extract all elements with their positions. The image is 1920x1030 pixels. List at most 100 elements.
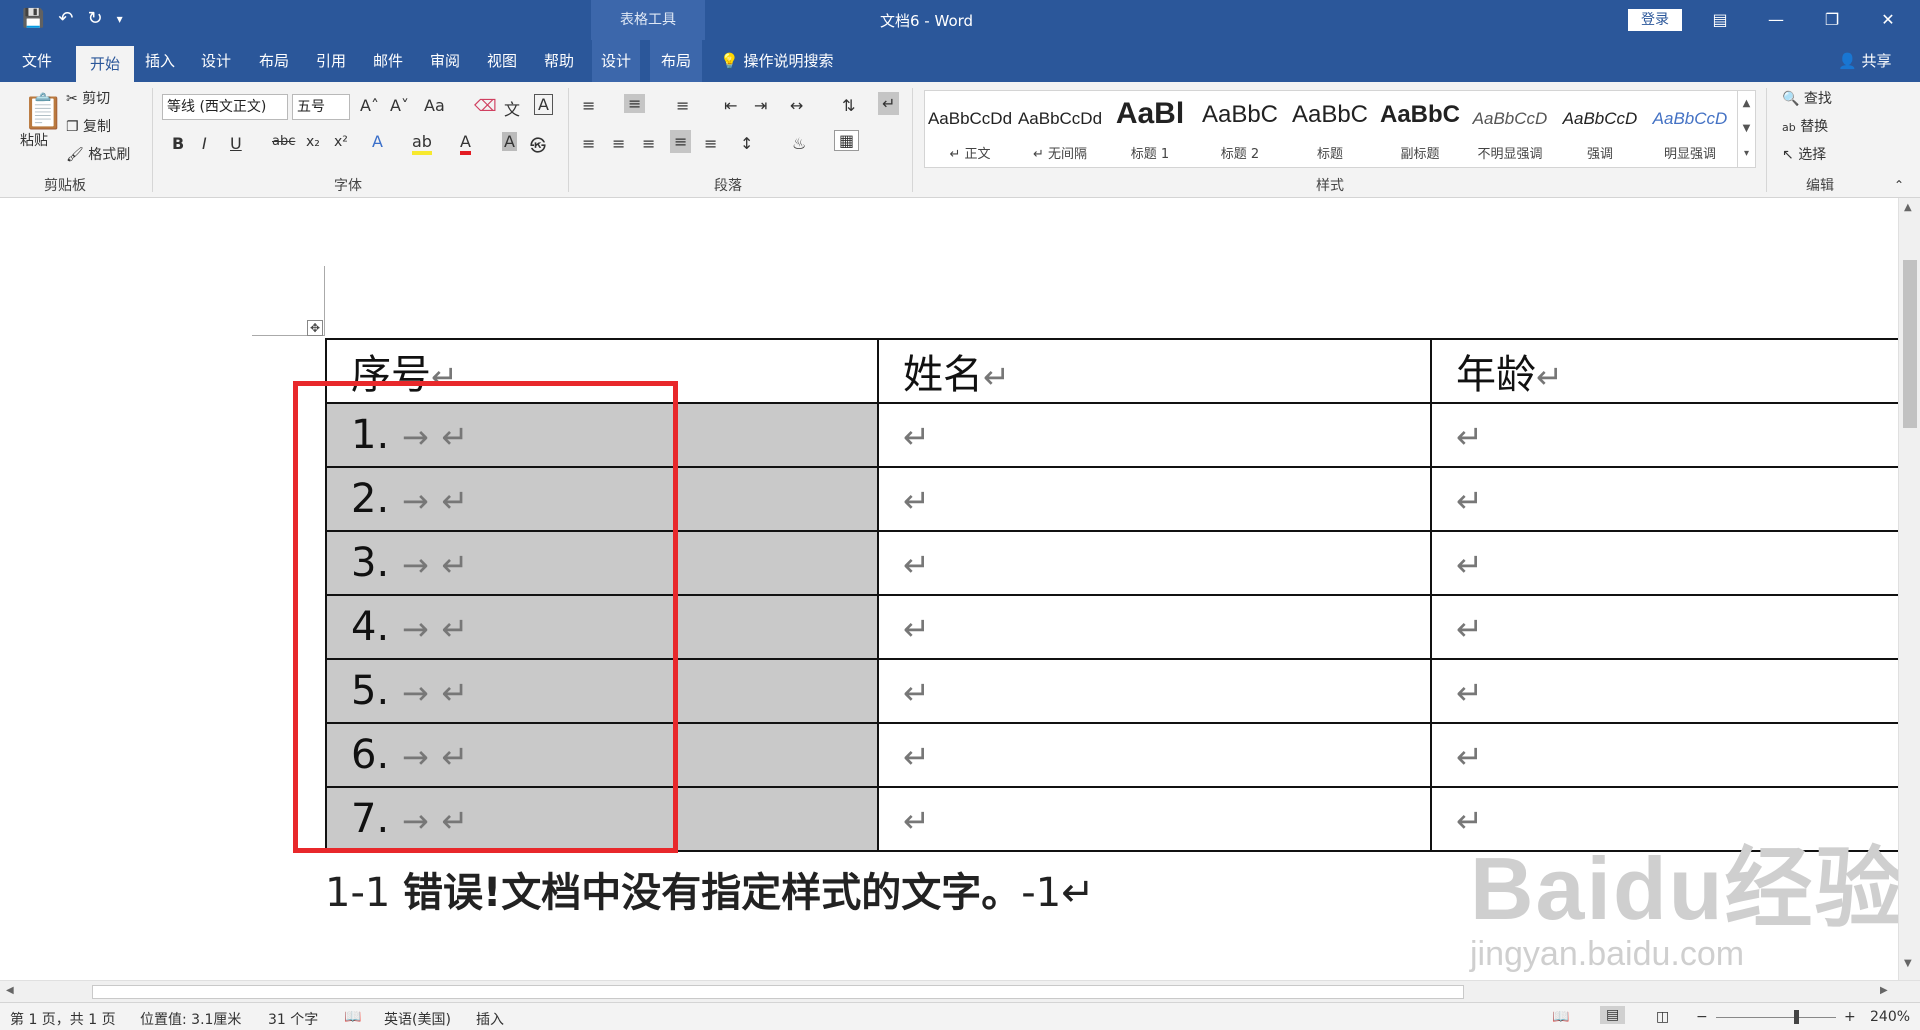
paste-icon[interactable]: 📋: [22, 92, 64, 132]
tab-references[interactable]: 引用: [307, 40, 355, 82]
table-cell[interactable]: ↵: [877, 594, 1432, 660]
table-cell[interactable]: ↵: [1430, 402, 1912, 468]
tab-mailings[interactable]: 邮件: [364, 40, 412, 82]
tell-me-search[interactable]: 💡 操作说明搜索: [720, 40, 833, 82]
zoom-slider[interactable]: [1716, 1017, 1836, 1018]
collapse-ribbon-icon[interactable]: ⌃: [1894, 178, 1904, 192]
web-layout-icon[interactable]: ◫: [1656, 1009, 1669, 1025]
style-emphasis[interactable]: AaBbCcD 强调: [1555, 91, 1645, 167]
style-normal[interactable]: AaBbCcDd ↵ 正文: [925, 91, 1015, 167]
scroll-left-icon[interactable]: ◀: [6, 985, 14, 996]
proofing-icon[interactable]: 📖: [344, 1009, 361, 1025]
table-cell[interactable]: ↵: [1430, 530, 1912, 596]
change-case-icon[interactable]: Aa: [424, 96, 445, 115]
table-move-icon[interactable]: ✥: [307, 320, 323, 336]
tab-view[interactable]: 视图: [478, 40, 526, 82]
bullets-icon[interactable]: ≡: [582, 96, 595, 115]
table-cell[interactable]: ↵: [877, 530, 1432, 596]
header-cell[interactable]: 姓名↵: [877, 338, 1432, 404]
style-title[interactable]: AaBbC 标题: [1285, 91, 1375, 167]
paste-button[interactable]: 粘贴: [20, 130, 48, 150]
print-layout-icon[interactable]: ▤: [1600, 1006, 1626, 1024]
table-cell[interactable]: ↵: [877, 466, 1432, 532]
character-shading-icon[interactable]: A: [502, 132, 517, 151]
style-heading-1[interactable]: AaBl 标题 1: [1105, 91, 1195, 167]
line-spacing-icon[interactable]: ↕: [740, 134, 753, 153]
customize-qat-icon[interactable]: ▾: [117, 12, 123, 26]
scroll-thumb[interactable]: [92, 985, 1464, 999]
scroll-thumb[interactable]: [1903, 260, 1917, 428]
zoom-slider-thumb[interactable]: [1794, 1010, 1799, 1024]
word-count[interactable]: 31 个字: [268, 1009, 318, 1029]
justify-icon[interactable]: ≡: [670, 130, 692, 153]
align-center-icon[interactable]: ≡: [612, 134, 625, 153]
ribbon-display-icon[interactable]: ▤: [1692, 0, 1748, 40]
text-effects-icon[interactable]: A: [372, 132, 383, 151]
style-heading-2[interactable]: AaBbC 标题 2: [1195, 91, 1285, 167]
style-subtle-emphasis[interactable]: AaBbCcD 不明显强调: [1465, 91, 1555, 167]
italic-icon[interactable]: I: [202, 134, 207, 153]
style-no-spacing[interactable]: AaBbCcDd ↵ 无间隔: [1015, 91, 1105, 167]
login-button[interactable]: 登录: [1628, 9, 1682, 31]
strikethrough-icon[interactable]: abc: [272, 134, 295, 149]
select-button[interactable]: ↖ 选择: [1782, 144, 1826, 164]
minimize-icon[interactable]: —: [1748, 0, 1804, 40]
bold-icon[interactable]: B: [172, 134, 184, 153]
tab-review[interactable]: 审阅: [421, 40, 469, 82]
gallery-scroll[interactable]: ▲ ▼ ▾: [1737, 91, 1755, 167]
tab-file[interactable]: 文件: [8, 40, 66, 82]
insert-mode[interactable]: 插入: [476, 1009, 504, 1029]
underline-icon[interactable]: U: [230, 134, 242, 153]
cut-button[interactable]: ✂ 剪切: [66, 88, 110, 108]
tab-home[interactable]: 开始: [76, 46, 134, 82]
table-cell[interactable]: ↵: [1430, 658, 1912, 724]
multilevel-list-icon[interactable]: ≡: [676, 96, 689, 115]
share-button[interactable]: 👤 共享: [1838, 40, 1891, 82]
tab-layout[interactable]: 布局: [250, 40, 298, 82]
subscript-icon[interactable]: x₂: [306, 134, 320, 150]
replace-button[interactable]: ab 替换: [1782, 116, 1828, 136]
table-cell[interactable]: ↵: [1430, 722, 1912, 788]
table-caption[interactable]: 1-1 错误!文档中没有指定样式的文字。-1↵: [325, 860, 1095, 918]
style-intense-emphasis[interactable]: AaBbCcD 明显强调: [1645, 91, 1735, 167]
tab-help[interactable]: 帮助: [535, 40, 583, 82]
copy-button[interactable]: ❐ 复制: [66, 116, 111, 136]
zoom-in-icon[interactable]: +: [1844, 1009, 1856, 1025]
grow-font-icon[interactable]: A˄: [360, 96, 379, 115]
phonetic-guide-icon[interactable]: 文: [504, 96, 520, 120]
page-count[interactable]: 第 1 页，共 1 页: [10, 1009, 116, 1029]
highlight-icon[interactable]: ab: [412, 132, 432, 155]
format-painter-button[interactable]: 🖌 格式刷: [66, 144, 130, 164]
table-cell[interactable]: ↵: [1430, 594, 1912, 660]
align-right-icon[interactable]: ≡: [642, 134, 655, 153]
header-cell[interactable]: 年龄↵: [1430, 338, 1912, 404]
character-border-icon[interactable]: A: [534, 94, 553, 115]
table-cell[interactable]: ↵: [1430, 466, 1912, 532]
font-name-select[interactable]: 等线 (西文正文): [162, 94, 288, 120]
font-size-select[interactable]: 五号: [292, 94, 350, 120]
horizontal-scrollbar[interactable]: ◀ ▶: [0, 980, 1920, 1002]
redo-icon[interactable]: ↻: [88, 8, 103, 29]
tab-table-layout[interactable]: 布局: [650, 40, 702, 82]
chinese-layout-icon[interactable]: ↔: [790, 96, 803, 115]
tab-design[interactable]: 设计: [192, 40, 240, 82]
tab-insert[interactable]: 插入: [136, 40, 184, 82]
show-marks-icon[interactable]: ↵: [878, 92, 900, 115]
font-color-icon[interactable]: A: [460, 132, 471, 155]
table-cell[interactable]: ↵: [877, 786, 1432, 852]
vertical-scrollbar[interactable]: ▲ ▼: [1898, 198, 1920, 980]
zoom-out-icon[interactable]: −: [1696, 1009, 1708, 1025]
increase-indent-icon[interactable]: ⇥: [754, 96, 767, 115]
read-mode-icon[interactable]: 📖: [1552, 1009, 1569, 1025]
scroll-down-icon[interactable]: ▼: [1904, 958, 1912, 969]
clear-formatting-icon[interactable]: ⌫: [474, 96, 497, 115]
undo-icon[interactable]: ↶: [58, 8, 73, 29]
table-cell[interactable]: ↵: [877, 722, 1432, 788]
superscript-icon[interactable]: x²: [334, 134, 348, 150]
numbering-icon[interactable]: ≡: [624, 94, 646, 113]
shrink-font-icon[interactable]: A˅: [390, 96, 409, 115]
zoom-level[interactable]: 240%: [1870, 1009, 1910, 1025]
scroll-right-icon[interactable]: ▶: [1880, 985, 1888, 996]
close-icon[interactable]: ✕: [1860, 0, 1916, 40]
decrease-indent-icon[interactable]: ⇤: [724, 96, 737, 115]
